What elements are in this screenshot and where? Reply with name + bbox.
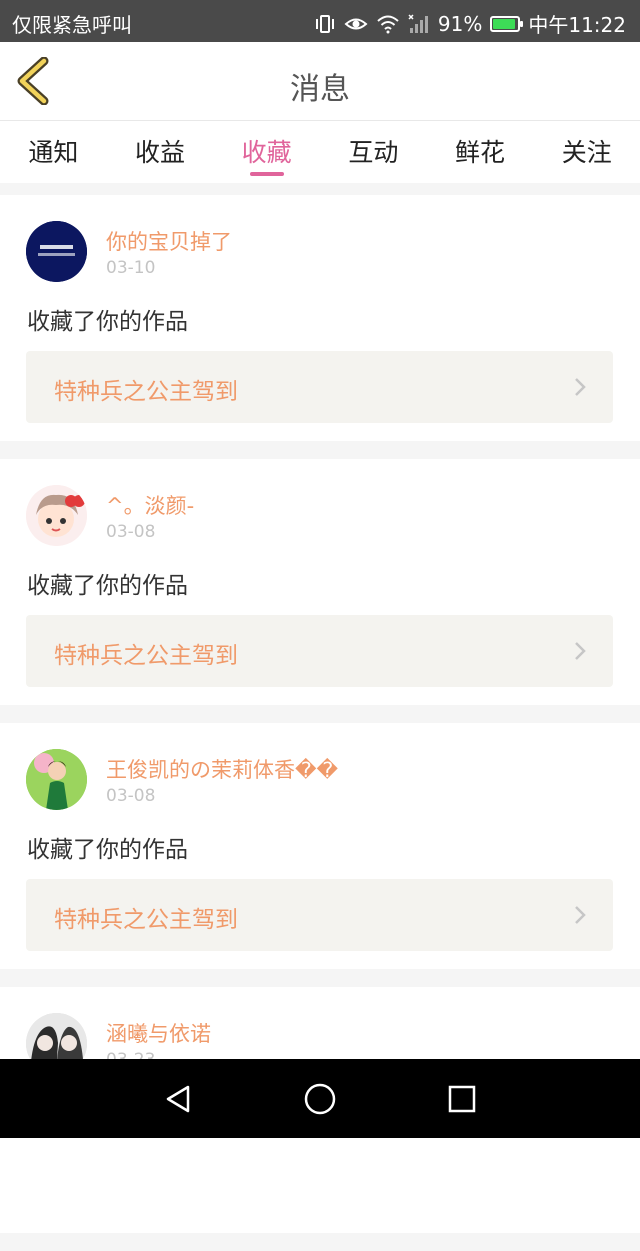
message-date: 03-08 (106, 786, 156, 806)
status-bar: 仅限紧急呼叫 91% 中午11:22 (0, 0, 640, 42)
clock: 中午11:22 (528, 13, 626, 37)
vibrate-icon (314, 14, 336, 34)
message-card: 你的宝贝掉了 03-10 收藏了你的作品 特种兵之公主驾到 (0, 195, 640, 441)
avatar[interactable] (26, 221, 87, 282)
carrier-text: 仅限紧急呼叫 (12, 13, 132, 37)
tab-earnings[interactable]: 收益 (107, 121, 214, 183)
username[interactable]: ^。淡颜- (106, 490, 194, 520)
action-text: 收藏了你的作品 (27, 309, 188, 335)
message-card: 王俊凯的の茉莉体香�� 03-08 收藏了你的作品 特种兵之公主驾到 (0, 723, 640, 969)
battery-percent: 91% (437, 11, 483, 36)
work-title: 特种兵之公主驾到 (54, 907, 238, 933)
status-icons: 91% 中午11:22 (314, 9, 626, 38)
tab-bar: 通知 收益 收藏 互动 鲜花 关注 (0, 121, 640, 183)
work-link[interactable]: 特种兵之公主驾到 (26, 615, 613, 687)
home-circle-icon (304, 1083, 336, 1115)
username[interactable]: 王俊凯的の茉莉体香�� (106, 754, 338, 784)
message-card: ^。淡颜- 03-08 收藏了你的作品 特种兵之公主驾到 (0, 459, 640, 705)
chevron-right-icon (575, 642, 586, 660)
nav-recents-button[interactable] (444, 1081, 480, 1117)
top-header: 消息 (0, 42, 640, 121)
tab-favorites[interactable]: 收藏 (213, 121, 320, 183)
username[interactable]: 你的宝贝掉了 (106, 226, 232, 256)
message-date: 03-10 (106, 258, 156, 278)
message-date: 03-08 (106, 522, 156, 542)
work-title: 特种兵之公主驾到 (54, 379, 238, 405)
back-triangle-icon (166, 1085, 190, 1113)
recents-square-icon (448, 1085, 476, 1113)
system-nav-bar (0, 1059, 640, 1138)
chevron-right-icon (575, 378, 586, 396)
work-title: 特种兵之公主驾到 (54, 643, 238, 669)
eye-icon (344, 15, 368, 33)
nav-back-button[interactable] (160, 1081, 196, 1117)
tab-notifications[interactable]: 通知 (0, 121, 107, 183)
action-text: 收藏了你的作品 (27, 573, 188, 599)
nav-home-button[interactable] (302, 1081, 338, 1117)
username[interactable]: 涵曦与依诺 (106, 1018, 211, 1048)
battery-icon (490, 15, 524, 32)
action-text: 收藏了你的作品 (27, 837, 188, 863)
signal-icon (408, 13, 430, 34)
page-title: 消息 (290, 72, 350, 107)
avatar[interactable] (26, 749, 87, 810)
work-link[interactable]: 特种兵之公主驾到 (26, 879, 613, 951)
tab-interactions[interactable]: 互动 (320, 121, 427, 183)
wifi-icon (376, 14, 400, 34)
tab-flowers[interactable]: 鲜花 (427, 121, 534, 183)
work-link[interactable]: 特种兵之公主驾到 (26, 351, 613, 423)
chevron-right-icon (575, 906, 586, 924)
avatar[interactable] (26, 485, 87, 546)
tab-following[interactable]: 关注 (533, 121, 640, 183)
